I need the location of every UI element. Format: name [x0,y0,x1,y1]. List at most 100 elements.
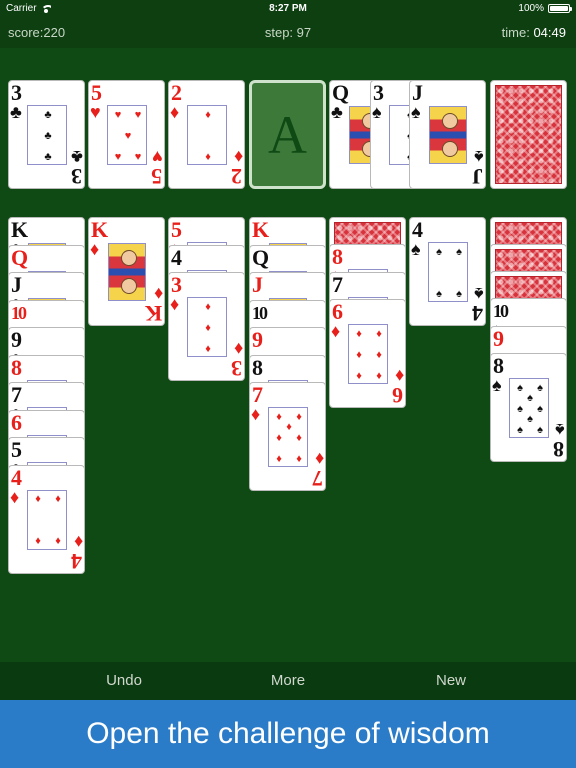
card-suit-icon: ♦ [90,239,100,259]
card-suit-icon-bottom: ♦ [73,531,83,552]
waste-card[interactable]: J ♠ J ♠ [409,80,486,189]
card-rank-bottom: 4 [472,301,483,326]
card-rank: 6 [11,409,22,435]
card-rank: 8 [252,354,263,380]
card-pip-icon: ♠ [517,402,523,415]
card-pip-icon: ♣ [44,150,52,163]
court-figure-icon [429,106,467,164]
card-suit-icon-bottom: ♠ [474,284,484,304]
card-suit-icon-bottom: ♦ [394,366,404,386]
card-pip-icon: ♥ [124,129,132,142]
card-rank-bottom: 5 [151,164,162,189]
card-suit-icon-bottom: ♦ [233,339,243,359]
card-rank: 7 [332,271,343,297]
tableau-card[interactable]: 3 ♦ 3 ♦ ♦ ♦ ♦ [168,272,245,381]
card-pip-icon: ♦ [55,493,61,505]
card-back-pattern [495,85,562,184]
card-suit-icon-bottom: ♠ [474,147,484,167]
tableau-card[interactable]: 4 ♦ 4 ♦ ♦ ♦ ♦ ♦ [8,464,85,574]
card-pip-icon: ♠ [517,423,523,436]
card-face: ♦ ♦ [187,105,227,165]
card-suit-icon: ♠ [411,239,421,259]
card-pip-icon: ♠ [456,287,462,300]
card-suit-icon-bottom: ♣ [71,147,83,167]
card-pip-icon: ♦ [296,410,302,423]
undo-button[interactable]: Undo [74,672,174,689]
card-suit-icon-bottom: ♦ [233,147,243,167]
battery-fill [550,6,568,11]
tableau-card[interactable]: K ♦ K ♦ [88,217,165,326]
game-table: A 3♣3♣♣♣♣5♥5♥♥♥♥♥♥2♦2♦♦♦Q♣Q♣3♠3♠♠♠♠J♠J♠K… [0,48,576,662]
card-rank-bottom: 7 [312,466,323,491]
card-suit-icon: ♣ [10,102,22,122]
card-pip-icon: ♠ [436,245,442,258]
card-pip-icon: ♦ [205,108,211,121]
card-suit-icon: ♦ [251,404,261,424]
card-pip-icon: ♠ [537,381,543,394]
foundation-slot[interactable]: A [249,80,326,189]
card-pip-icon: ♦ [276,431,282,444]
card-suit-icon: ♠ [372,102,382,122]
card-face: ♥ ♥ ♥ ♥ ♥ [107,105,147,165]
card-rank: 4 [11,464,22,490]
top-row-card[interactable]: 3 ♣ 3 ♣ ♣ ♣ ♣ [8,80,85,189]
card-pip-icon: ♠ [527,391,533,404]
card-pip-icon: ♦ [205,321,211,334]
card-pip-icon: ♦ [35,535,41,547]
new-game-button[interactable]: New [401,672,501,689]
card-pip-icon: ♦ [356,348,362,361]
top-row-card[interactable]: 5 ♥ 5 ♥ ♥ ♥ ♥ ♥ ♥ [88,80,165,189]
card-pip-icon: ♥ [134,108,142,121]
card-face: ♦ ♦ ♦ ♦ [27,489,67,550]
card-rank: Q [11,244,29,270]
tableau-card[interactable]: 6♦6♦♦♦♦♦♦♦ [329,299,406,408]
top-row-card[interactable]: 2 ♦ 2 ♦ ♦ ♦ [168,80,245,189]
card-pip-icon: ♦ [286,420,292,433]
battery-percent: 100% [518,3,544,14]
card-pip-icon: ♦ [376,348,382,361]
card-suit-icon: ♦ [170,102,180,122]
card-suit-icon: ♦ [170,294,180,314]
card-pip-icon: ♦ [205,342,211,355]
court-figure-icon [108,243,146,301]
card-pip-icon: ♦ [376,369,382,382]
status-bar: Carrier 8:27 PM 100% [0,0,576,18]
card-pip-icon: ♠ [436,287,442,300]
tableau-card[interactable]: 7 ♦ 7 ♦ ♦ ♦ ♦ ♦ ♦ ♦ ♦ [249,382,326,491]
status-time: 8:27 PM [269,3,307,14]
card-suit-icon: ♦ [331,321,341,341]
card-suit-icon: ♣ [331,102,343,122]
card-pip-icon: ♦ [35,493,41,505]
card-face: ♠ ♠ ♠ ♠ ♠ ♠ ♠ ♠ [509,378,549,438]
card-rank-bottom: K [144,301,162,326]
card-pip-icon: ♠ [537,402,543,415]
card-face: ♠ ♠ ♠ ♠ [428,242,468,302]
card-pip-icon: ♦ [356,369,362,382]
card-suit-icon-bottom: ♦ [153,284,163,304]
card-rank-bottom: 6 [392,383,403,408]
card-face: ♣ ♣ ♣ [27,105,67,165]
card-face: ♦ ♦ ♦ ♦ ♦ ♦ ♦ [268,407,308,467]
step-value: 97 [296,25,312,40]
card-rank-bottom: 2 [231,164,242,189]
tableau-card[interactable]: 8 ♠ 8 ♠ ♠ ♠ ♠ ♠ ♠ ♠ ♠ ♠ [490,353,567,462]
card-rank: 9 [493,325,504,351]
card-pip-icon: ♦ [356,327,362,340]
card-pip-icon: ♦ [205,150,211,163]
card-pip-icon: ♥ [114,108,122,121]
card-rank: 4 [171,244,182,270]
card-pip-icon: ♦ [55,535,61,547]
card-rank-bottom: 8 [553,437,564,462]
card-pip-icon: ♣ [44,129,52,142]
card-rank-bottom: J [472,164,483,189]
card-suit-icon: ♠ [492,375,502,395]
stock-pile[interactable] [490,80,567,189]
tableau-card[interactable]: 4 ♠ 4 ♠ ♠ ♠ ♠ ♠ [409,217,486,326]
card-pip-icon: ♣ [44,108,52,121]
bottom-toolbar: Undo More New [0,662,576,700]
more-button[interactable]: More [238,672,338,689]
step-label: step: [264,25,294,40]
card-pip-icon: ♦ [205,300,211,313]
battery-icon [548,4,572,13]
card-pip-icon: ♦ [376,327,382,340]
